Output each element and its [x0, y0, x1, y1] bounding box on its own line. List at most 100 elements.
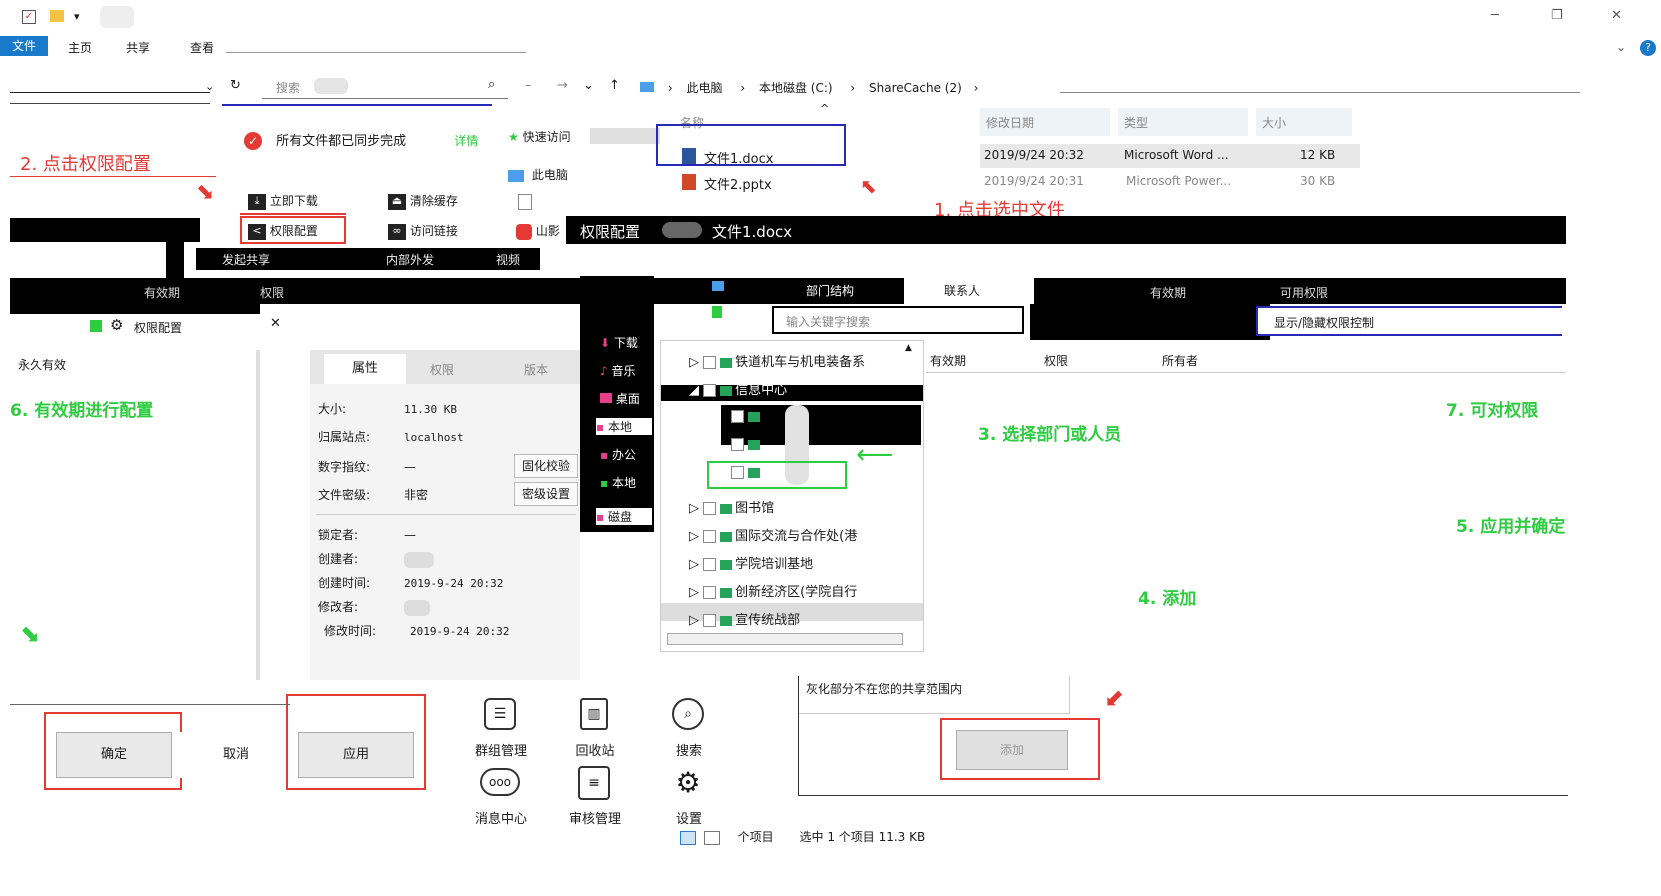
sync-detail-link[interactable]: 详情	[454, 134, 478, 148]
tool-item[interactable]: ⚙ 设置	[644, 762, 734, 828]
gear-icon[interactable]: ⚙	[110, 316, 123, 334]
maximize-button[interactable]: ❐	[1551, 8, 1563, 23]
explorer-side-item[interactable]	[712, 306, 722, 322]
ribbon-tab-file[interactable]: 文件	[0, 36, 48, 56]
tree-item[interactable]	[731, 437, 763, 452]
prop-tab-version[interactable]: 版本	[524, 361, 548, 378]
tool-item[interactable]: ≡ 审核管理	[550, 762, 640, 828]
details-view-icon[interactable]	[680, 830, 696, 845]
cancel-button[interactable]: 取消	[178, 732, 294, 778]
prop-tab-attributes[interactable]: 属性	[324, 354, 406, 384]
action-cloud[interactable]: 山影	[516, 222, 560, 240]
sidebar-item[interactable]: 桌面	[600, 390, 640, 407]
close-button[interactable]: ✕	[1611, 8, 1622, 23]
tree-item[interactable]: ▷ 宣传统战部	[689, 609, 800, 628]
file-icon[interactable]	[518, 194, 532, 210]
explorer-side-item[interactable]	[712, 280, 724, 294]
tree-checkbox[interactable]	[703, 614, 717, 627]
sidebar-label: 本地	[607, 420, 632, 434]
check-icon[interactable]: ✓	[22, 10, 36, 24]
scroll-up-icon[interactable]: ▲	[905, 343, 912, 353]
up-icon[interactable]: ↑	[609, 78, 620, 93]
verify-button[interactable]: 固化校验	[514, 454, 578, 478]
col-size[interactable]: 大小	[1262, 114, 1286, 131]
contacts-tab[interactable]: 联系人	[904, 278, 1034, 304]
quick-access-item[interactable]: ★ 快速访问	[508, 128, 571, 145]
sidebar-item[interactable]: ♪ 音乐	[600, 362, 636, 379]
ok-button[interactable]: 确定	[56, 732, 172, 778]
add-button[interactable]: 添加	[956, 730, 1068, 770]
dropdown-arrow-icon[interactable]: ▾	[74, 10, 80, 23]
back-icon[interactable]: –	[525, 78, 532, 93]
validity-forever[interactable]: 永久有效	[18, 356, 66, 373]
tree-checkbox[interactable]	[731, 410, 744, 423]
tree-scrollbar[interactable]	[667, 633, 903, 645]
this-pc-item[interactable]: 此电脑	[508, 166, 568, 183]
tree-item[interactable]: ◢ 信息中心	[689, 379, 787, 398]
tool-item[interactable]: ☰ 群组管理	[456, 690, 546, 760]
dept-tab[interactable]: 部门结构	[776, 278, 900, 306]
tree-item[interactable]: ▷ 国际交流与合作处(港	[689, 525, 857, 544]
sidebar-item[interactable]: ▪ 磁盘	[596, 508, 652, 525]
green-checkbox-icon[interactable]	[90, 320, 102, 332]
action-video[interactable]: 视频	[496, 251, 520, 268]
breadcrumb-item[interactable]: 此电脑	[686, 81, 722, 95]
tree-checkbox[interactable]	[703, 502, 717, 515]
tree-checkbox[interactable]	[703, 356, 717, 369]
tree-item[interactable]: ▷ 创新经济区(学院自行	[689, 581, 857, 600]
chevron-down-icon[interactable]: ⌄	[583, 78, 594, 93]
close-icon[interactable]: ✕	[270, 316, 281, 331]
ribbon-tab-view[interactable]: 查看	[190, 39, 214, 56]
permission-control-toggle[interactable]: 显示/隐藏权限控制	[1256, 306, 1562, 336]
tool-item[interactable]: ⌕ 搜索	[644, 690, 734, 760]
chevron-down-icon[interactable]: ⌄	[205, 80, 214, 93]
tree-checkbox[interactable]	[703, 530, 717, 543]
col-modified[interactable]: 修改日期	[986, 114, 1034, 131]
breadcrumb-item[interactable]: 本地磁盘 (C:)	[759, 81, 833, 95]
search-box[interactable]: 搜索 ⌕	[262, 76, 508, 99]
col-type[interactable]: 类型	[1124, 114, 1148, 131]
refresh-icon[interactable]: ↻	[230, 78, 241, 93]
tree-checkbox[interactable]	[703, 384, 717, 397]
sidebar-item[interactable]: ⬇ 下载	[600, 334, 638, 351]
tree-item[interactable]: ▷ 铁道机车与机电装备系	[689, 351, 865, 370]
sidebar-item[interactable]: ▪ 本地	[596, 418, 652, 435]
tool-item[interactable]: ▥ 回收站	[550, 690, 640, 760]
tree-checkbox[interactable]	[703, 558, 717, 571]
tree-checkbox[interactable]	[703, 586, 717, 599]
prop-tab-permission[interactable]: 权限	[430, 361, 454, 378]
tool-item[interactable]: ooo 消息中心	[456, 762, 546, 828]
action-label: 山影	[535, 224, 560, 238]
search-icon[interactable]: ⌕	[488, 77, 495, 92]
breadcrumb-item[interactable]: ShareCache (2)	[869, 81, 962, 95]
tree-item[interactable]	[731, 409, 763, 424]
sidebar-item[interactable]: ▪ 本地	[600, 474, 636, 491]
prop-label: 大小:	[318, 402, 347, 416]
sidebar-item[interactable]: ▪ 办公	[600, 446, 636, 463]
ribbon-tab-home[interactable]: 主页	[68, 39, 92, 56]
apply-button[interactable]: 应用	[298, 732, 414, 778]
action-download[interactable]: ⤓ 立即下载	[248, 192, 318, 210]
action-start-share[interactable]: 发起共享	[222, 251, 270, 268]
expand-icon: ▷	[689, 501, 699, 516]
perm-search-box[interactable]: 输入关键字搜索	[772, 306, 1024, 334]
action-access-link[interactable]: ∞ 访问链接	[388, 222, 458, 240]
action-clear-cache[interactable]: ⏏ 清除缓存	[388, 192, 458, 210]
forward-icon[interactable]: →	[557, 78, 568, 93]
ribbon-expand-icon[interactable]: ⌄	[1616, 40, 1626, 54]
prop-label: 创建时间:	[318, 576, 371, 590]
disk-icon: ▪	[600, 476, 609, 490]
search-input[interactable]: 搜索	[276, 79, 300, 96]
tree-item[interactable]: ▷ 图书馆	[689, 497, 774, 516]
perm-search-input[interactable]: 输入关键字搜索	[786, 313, 870, 330]
tree-item[interactable]: ▷ 学院培训基地	[689, 553, 813, 572]
security-level-button[interactable]: 密级设置	[514, 482, 578, 506]
help-icon[interactable]: ?	[1640, 40, 1656, 56]
folder-icon[interactable]	[50, 10, 64, 22]
tree-checkbox[interactable]	[731, 438, 744, 451]
ribbon-tab-share[interactable]: 共享	[126, 39, 150, 56]
file-row[interactable]: 文件2.pptx 2019/9/24 20:31 Microsoft Power…	[682, 172, 1362, 194]
action-external[interactable]: 内部外发	[386, 251, 434, 268]
tiles-view-icon[interactable]	[703, 830, 720, 845]
minimize-button[interactable]: ─	[1491, 8, 1499, 23]
